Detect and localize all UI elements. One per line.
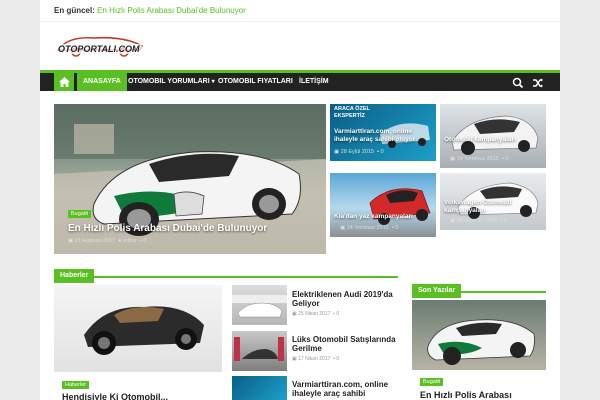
tile-4-title[interactable]: Volkswagen Otomobil kampanyaları [444,199,544,215]
hero-author[interactable]: editor [123,238,137,244]
tile-2-title[interactable]: Otomobil kampanyaları [444,136,544,144]
tile-2-meta: ▣ 14 Temmuz 2015 ▪ 0 [450,156,508,162]
user-icon: ● [118,238,122,244]
nav-item-anasayfa[interactable]: ANASAYFA [77,73,127,91]
haberler-item-1-thumb[interactable] [232,285,287,325]
section-head-son-yazilar: Son Yazılar [412,279,546,298]
site-logo[interactable]: OTOPORTALI.COM [54,32,146,60]
shuffle-icon[interactable] [532,76,544,88]
calendar-icon: ▣ [292,356,297,362]
tile-4-meta: ▣ 08 Haziran 2015 ▪ 0 [450,218,507,224]
ticker-label: En güncel: [54,6,95,15]
featured-tile-4[interactable]: Volkswagen Otomobil kampanyaları ▣ 08 Ha… [440,173,546,230]
hero-comments[interactable]: 0 [143,238,146,244]
ticker-link[interactable]: En Hızlı Polis Arabası Dubai'de Bulunuyo… [97,6,246,15]
haberler-item-2-title[interactable]: Lüks Otomobil Satışlarında Gerilme [292,335,397,353]
haberler-item-1-meta: ▣ 25 Nisan 2017 ▪ 0 [292,311,339,317]
haberler-item-3-thumb[interactable] [232,376,287,400]
main-nav: ANASAYFA OTOMOBIL YORUMLARI ▾ OTOMOBIL F… [40,70,560,91]
tile-3-date[interactable]: 14 Temmuz 2015 [347,225,389,231]
hero-category-badge[interactable]: Bugatti [68,210,92,218]
nav-item-otomobil-yorumlari[interactable]: OTOMOBIL YORUMLARI ▾ [122,73,221,91]
haberler-main-badge[interactable]: Haberler [62,381,90,389]
haberler-item-1-comments[interactable]: 0 [336,311,339,317]
son-yazilar-title[interactable]: En Hızlı Polis Arabası [420,390,512,400]
haberler-main-image[interactable] [54,285,222,372]
hero-title[interactable]: En Hızlı Polis Arabası Dubai'de Bulunuyo… [68,223,318,234]
tile-4-comments[interactable]: 0 [504,218,507,224]
haberler-item-1-date[interactable]: 25 Nisan 2017 [298,311,330,317]
home-icon[interactable] [54,73,74,91]
tile-1-date[interactable]: 28 Eylül 2015 [341,149,374,155]
comment-icon: ▪ [333,311,335,317]
featured-tile-2[interactable]: Otomobil kampanyaları ▣ 14 Temmuz 2015 ▪… [440,104,546,168]
hero-date[interactable]: 21 Haziran 2017 [75,238,115,244]
haberler-item-2-date[interactable]: 17 Nisan 2017 [298,356,330,362]
calendar-icon: ▣ [340,225,346,231]
tile-3-comments[interactable]: 0 [395,225,398,231]
calendar-icon: ▣ [450,218,456,224]
calendar-icon: ▣ [450,156,456,162]
nav-item-otomobil-fiyatlari[interactable]: OTOMOBIL FIYATLARI [212,73,299,91]
calendar-icon: ▣ [334,149,340,155]
featured-tile-1[interactable]: ARACA ÖZEL EKSPERTİZ Varmiarttiran.com, … [330,104,436,161]
tile-4-date[interactable]: 08 Haziran 2015 [457,218,497,224]
featured-tile-3[interactable]: Kia'dan yaz kampanyaları ▣ 14 Temmuz 201… [330,173,436,237]
news-ticker: En güncel: En Hızlı Polis Arabası Dubai'… [40,0,560,22]
hero-slide[interactable]: Bugatti En Hızlı Polis Arabası Dubai'de … [54,104,326,254]
comment-icon: ▪ [377,149,380,155]
calendar-icon: ▣ [68,238,74,244]
calendar-icon: ▣ [292,311,297,317]
search-icon[interactable] [512,76,524,89]
tile-1-meta: ▣ 28 Eylül 2015 ▪ 0 [334,149,384,155]
hero-meta: ▣ 21 Haziran 2017 ● editor ▪ 0 [68,238,146,244]
haberler-item-2-thumb[interactable] [232,331,287,371]
comment-icon: ▪ [500,218,503,224]
nav-item-iletisim[interactable]: İLETİŞİM [293,73,335,91]
tile-2-comments[interactable]: 0 [505,156,508,162]
logo-text: OTOPORTALI.COM [58,44,140,54]
tile-1-title[interactable]: Varmiarttiran.com, online ihaleyle araç … [334,128,434,144]
son-yazilar-badge[interactable]: Bugatti [420,378,444,386]
tile-1-comments[interactable]: 0 [381,149,384,155]
comment-icon: ▪ [391,225,394,231]
son-yazilar-image[interactable] [412,300,546,370]
tile-3-meta: ▣ 14 Temmuz 2015 ▪ 0 [340,225,398,231]
haberler-item-2-meta: ▣ 17 Nisan 2017 ▪ 0 [292,356,339,362]
haberler-main-title[interactable]: Hendisiyle Ki Otomobil... [62,392,168,400]
page: En güncel: En Hızlı Polis Arabası Dubai'… [40,0,560,400]
haberler-item-1-title[interactable]: Elektriklenen Audi 2019'da Geliyor [292,290,397,308]
comment-icon: ▪ [501,156,504,162]
section-title-haberler[interactable]: Haberler [54,269,95,283]
section-head-haberler: Haberler [54,264,398,283]
tile-2-date[interactable]: 14 Temmuz 2015 [457,156,499,162]
comment-icon: ▪ [139,238,142,244]
section-title-son-yazilar[interactable]: Son Yazılar [412,284,462,298]
nav-label-yorumlari: OTOMOBIL YORUMLARI [128,78,210,85]
tile-3-title[interactable]: Kia'dan yaz kampanyaları [334,213,434,220]
haberler-item-3-title[interactable]: Varmiarttiran.com, online ihaleyle araç … [292,380,398,398]
comment-icon: ▪ [333,356,335,362]
haberler-item-2-comments[interactable]: 0 [336,356,339,362]
